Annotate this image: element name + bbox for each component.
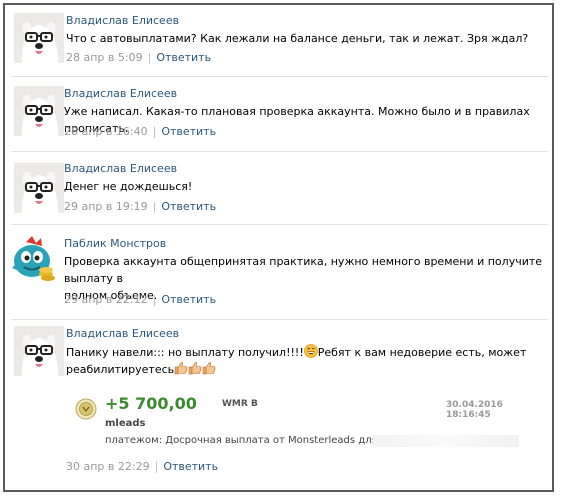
reply-link[interactable]: Ответить bbox=[156, 51, 211, 64]
meta-separator: | bbox=[152, 200, 157, 213]
comment-text-part: Панику навели::: но выплату получил!!!! bbox=[66, 346, 304, 359]
divider bbox=[11, 76, 548, 77]
meta-separator: | bbox=[152, 293, 157, 306]
dog-avatar[interactable] bbox=[14, 13, 64, 63]
comment-time[interactable]: 30 апр в 22:29 bbox=[66, 460, 150, 473]
comment-meta: 28 апр в 5:09 | Ответить bbox=[66, 51, 211, 64]
transfer-purpose: платежом: Досрочная выплата от Monsterle… bbox=[105, 435, 378, 446]
comment-author[interactable]: Паблик Монстров bbox=[64, 237, 166, 250]
thumbs-up-icon bbox=[202, 361, 216, 375]
divider bbox=[11, 151, 548, 152]
comment-meta: 29 апр в 19:19 | Ответить bbox=[64, 200, 216, 213]
dog-avatar[interactable] bbox=[14, 86, 64, 136]
comment-text: Денег не дождешься! bbox=[64, 180, 193, 193]
dog-avatar[interactable] bbox=[14, 163, 64, 213]
reply-link[interactable]: Ответить bbox=[161, 125, 216, 138]
transfer-amount: +5 700,00 bbox=[105, 394, 197, 413]
laughing-emoji-icon bbox=[304, 344, 318, 358]
dog-avatar[interactable] bbox=[14, 326, 64, 376]
transfer-currency: WMR B bbox=[222, 399, 258, 409]
comment-author[interactable]: Владислав Елисеев bbox=[64, 87, 177, 100]
reply-link[interactable]: Ответить bbox=[161, 293, 216, 306]
divider bbox=[11, 319, 548, 320]
thumbs-up-icon bbox=[174, 361, 188, 375]
comment-text-line: реабилитируетесь bbox=[66, 361, 546, 378]
comment-author[interactable]: Владислав Елисеев bbox=[66, 14, 179, 27]
meta-separator: | bbox=[147, 51, 152, 64]
comment-meta: 29 апр в 22:12 | Ответить bbox=[64, 293, 216, 306]
monster-avatar[interactable] bbox=[8, 234, 58, 284]
comment-time[interactable]: 28 апр в 5:09 bbox=[66, 51, 143, 64]
comment-time[interactable]: 29 апр в 22:12 bbox=[64, 293, 148, 306]
meta-separator: | bbox=[154, 460, 159, 473]
webmoney-coin-icon bbox=[75, 398, 97, 420]
divider bbox=[11, 224, 548, 225]
comment-author[interactable]: Владислав Елисеев bbox=[66, 327, 179, 340]
comment-text-part: реабилитируетесь bbox=[66, 363, 175, 376]
comment-time[interactable]: 28 апр в 16:40 bbox=[64, 125, 148, 138]
comment-text: Панику навели::: но выплату получил!!!! Р… bbox=[66, 344, 546, 378]
comment-meta: 28 апр в 16:40 | Ответить bbox=[64, 125, 216, 138]
transfer-sender: mleads bbox=[105, 418, 146, 429]
comment-text-part: Ребят к вам недоверие есть, может bbox=[317, 346, 527, 359]
comment-author[interactable]: Владислав Елисеев bbox=[64, 162, 177, 175]
comment-text-line: Проверка аккаунта общепринятая практика,… bbox=[64, 255, 543, 285]
thumbs-up-icon bbox=[188, 361, 202, 375]
comment-time[interactable]: 29 апр в 19:19 bbox=[64, 200, 148, 213]
comment-text-line: Панику навели::: но выплату получил!!!! Р… bbox=[66, 344, 546, 361]
comments-panel: Владислав Елисеев Что с автовыплатами? К… bbox=[3, 3, 554, 492]
transfer-date: 30.04.2016 18:16:45 bbox=[446, 400, 503, 420]
redacted-area bbox=[373, 435, 519, 447]
reply-link[interactable]: Ответить bbox=[161, 200, 216, 213]
comment-text: Что с автовыплатами? Как лежали на балан… bbox=[66, 32, 529, 45]
reply-link[interactable]: Ответить bbox=[163, 460, 218, 473]
comment-meta: 30 апр в 22:29 | Ответить bbox=[66, 460, 218, 473]
transfer-attachment[interactable]: +5 700,00 WMR B 30.04.2016 18:16:45 mlea… bbox=[75, 394, 545, 452]
meta-separator: | bbox=[152, 125, 157, 138]
